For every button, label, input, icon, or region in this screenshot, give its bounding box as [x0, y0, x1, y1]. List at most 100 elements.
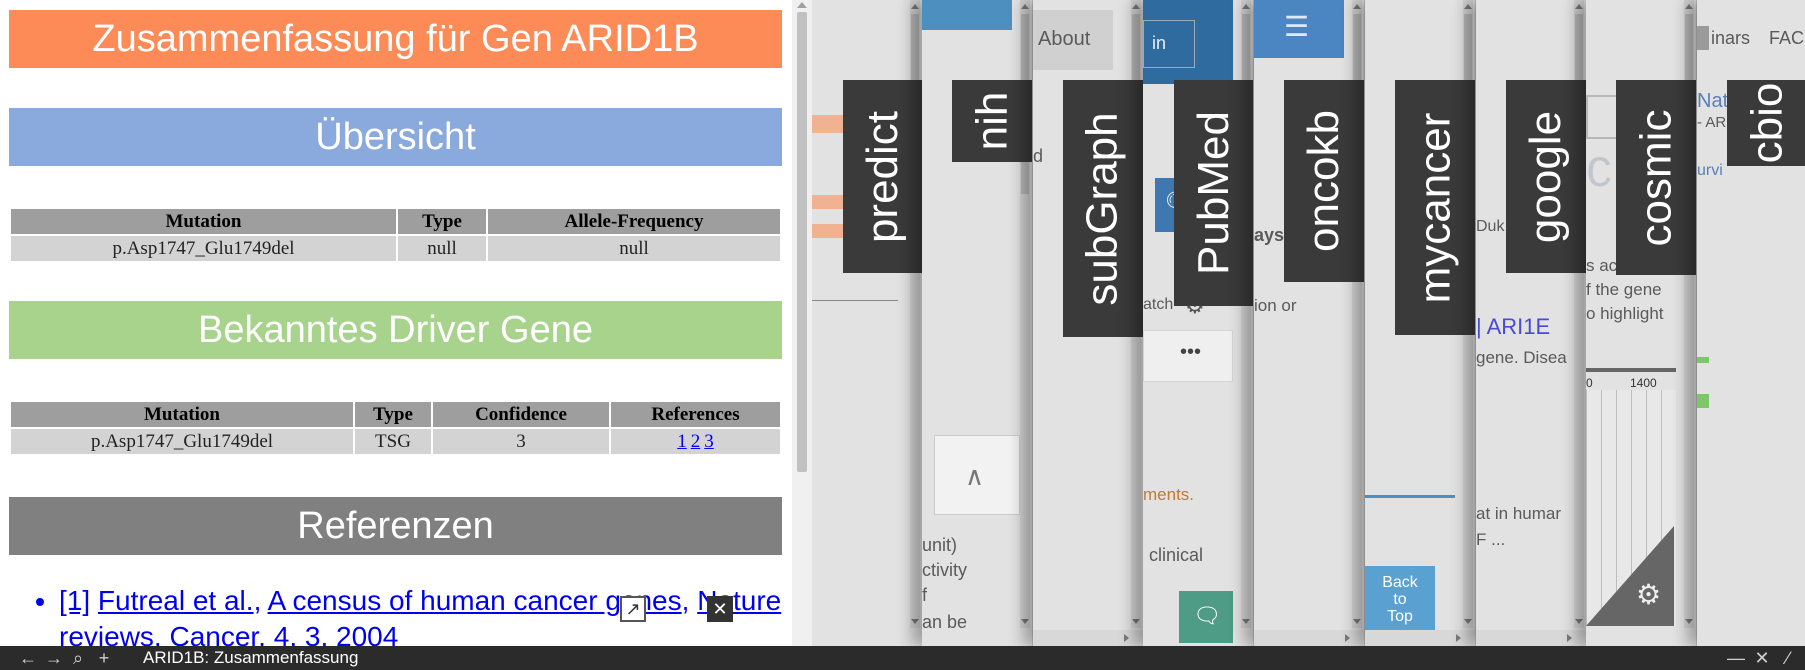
driver-table: Mutation Type Confidence References p.As…: [9, 400, 782, 456]
tab-subgraph-label: subGraph: [1078, 111, 1128, 306]
column-header-references: References: [611, 402, 780, 427]
cosmic-corner: [1586, 526, 1674, 626]
cbio-text-5: urvi: [1697, 162, 1723, 179]
minimize-icon[interactable]: —: [1726, 646, 1746, 670]
cell-type: null: [398, 236, 486, 261]
pane-cosmic[interactable]: Ch s across A f the gene o highlight 0 1…: [1586, 0, 1696, 646]
scroll-thumb[interactable]: [797, 12, 807, 472]
pane-hscrollbar[interactable]: [1365, 630, 1475, 646]
pubmed-feedback-button[interactable]: 🗨︎: [1179, 591, 1233, 643]
pane-cbio[interactable]: inars FAC Nat - AR urvi cbio: [1697, 0, 1805, 646]
tab-google-label: google: [1521, 110, 1571, 243]
pane-oncokb[interactable]: ☰ ays ion or oncokb: [1254, 0, 1364, 646]
reference-index-link[interactable]: [1]: [59, 585, 90, 616]
reference-link-3[interactable]: 3: [704, 431, 714, 452]
plus-icon[interactable]: +: [94, 646, 114, 670]
document-content: Zusammenfassung für Gen ARID1B Übersicht…: [9, 10, 782, 646]
section-title-overview: Übersicht: [9, 108, 782, 166]
column-header-type: Type: [398, 209, 486, 234]
close-icon[interactable]: ✕: [1752, 646, 1772, 670]
resize-icon[interactable]: ∕: [1778, 646, 1798, 670]
tab-predict[interactable]: predict: [843, 80, 922, 273]
pubmed-more-button[interactable]: •••: [1143, 330, 1233, 382]
cbio-text-2: FAC: [1769, 28, 1805, 48]
reference-link-2[interactable]: 2: [691, 431, 701, 452]
reference-authors-link[interactable]: Futreal et al.: [98, 585, 254, 616]
cell-type: TSG: [355, 429, 431, 454]
subgraph-about-label: About: [1038, 28, 1091, 50]
pane-pubmed[interactable]: in 🔍︎ atch ⚙ ••• ments. clinical 🗨︎ PubM…: [1143, 0, 1253, 646]
pubmed-login-label: in: [1152, 33, 1167, 53]
pubmed-login-button[interactable]: in: [1143, 20, 1195, 68]
open-external-button[interactable]: ↗: [620, 596, 646, 622]
back-to-top-line-1: Back: [1382, 574, 1418, 591]
cbio-bar-1: [1697, 357, 1709, 363]
google-result-link[interactable]: | ARI1E: [1476, 314, 1550, 340]
section-title-references: Referenzen: [9, 497, 782, 555]
cosmic-text-3: o highlight: [1586, 304, 1664, 323]
pane-nih[interactable]: ∧ unit) ctivity f an be nih: [922, 0, 1032, 646]
pane-mycancer[interactable]: Back to Top mycancer: [1365, 0, 1475, 646]
pane-hscrollbar[interactable]: [1033, 630, 1143, 646]
pane-hscrollbar[interactable]: [1254, 630, 1364, 646]
cosmic-tick-2: 1400: [1630, 376, 1657, 390]
tab-cbio[interactable]: cbio: [1727, 80, 1805, 166]
reference-link-1[interactable]: 1: [677, 431, 687, 452]
cell-mutation: p.Asp1747_Glu1749del: [11, 429, 353, 454]
mycancer-progress: [1365, 495, 1455, 498]
nih-scroll-top-button[interactable]: ∧: [934, 435, 1020, 515]
google-text-1: Duk: [1476, 218, 1505, 235]
overview-header-row: Mutation Type Allele-Frequency: [11, 209, 780, 234]
back-to-top-line-2: to: [1393, 591, 1407, 608]
arrow-right-icon[interactable]: →: [44, 646, 64, 670]
subgraph-text-1: d: [1033, 146, 1044, 166]
tab-mycancer-label: mycancer: [1410, 112, 1459, 303]
tab-pubmed[interactable]: PubMed: [1174, 80, 1253, 306]
tab-subgraph[interactable]: subGraph: [1063, 80, 1143, 337]
oncokb-text-2: ion or: [1254, 296, 1297, 315]
back-to-top-line-3: Top: [1387, 608, 1413, 625]
pane-predict[interactable]: predict: [812, 0, 922, 646]
page-title: Zusammenfassung für Gen ARID1B: [9, 10, 782, 68]
app-window: predict ∧ unit) ctivity f an be nih Abou…: [0, 0, 1805, 670]
tab-nih-label: nih: [967, 91, 1016, 151]
hamburger-menu-icon[interactable]: ☰: [1284, 10, 1309, 43]
pane-hscrollbar[interactable]: [1476, 630, 1586, 646]
cbio-bar-2: [1697, 394, 1709, 408]
scroll-up-arrow[interactable]: [797, 2, 807, 8]
cosmic-text-2: f the gene: [1586, 280, 1662, 299]
close-document-button[interactable]: ✕: [707, 596, 733, 622]
cosmic-track: [1586, 368, 1676, 372]
tab-oncokb-label: oncokb: [1299, 110, 1349, 252]
external-link-icon: ↗: [625, 599, 641, 619]
cell-allele-frequency: null: [488, 236, 780, 261]
document-pane[interactable]: Zusammenfassung für Gen ARID1B Übersicht…: [0, 0, 812, 646]
section-title-driver: Bekanntes Driver Gene: [9, 301, 782, 359]
google-text-2: gene. Disea: [1476, 348, 1567, 367]
tab-mycancer[interactable]: mycancer: [1395, 80, 1475, 335]
google-text-4: F ...: [1476, 530, 1506, 549]
tab-cosmic[interactable]: cosmic: [1616, 80, 1696, 275]
column-header-confidence: Confidence: [433, 402, 609, 427]
cell-references: 123: [611, 429, 780, 454]
arrow-left-icon[interactable]: ←: [18, 646, 38, 670]
overview-table: Mutation Type Allele-Frequency p.Asp1747…: [9, 207, 782, 263]
oncokb-text-1: ays: [1254, 225, 1285, 245]
document-scrollbar[interactable]: [792, 0, 812, 646]
pubmed-text-1: atch: [1143, 296, 1174, 313]
tab-predict-label: predict: [858, 110, 908, 243]
pubmed-text-3: clinical: [1149, 545, 1204, 565]
pane-google[interactable]: Duk | ARI1E gene. Disea at in humar F ..…: [1476, 0, 1586, 646]
table-row: p.Asp1747_Glu1749del null null: [11, 236, 780, 261]
search-icon[interactable]: ⌕: [68, 646, 88, 670]
tab-google[interactable]: google: [1506, 80, 1586, 273]
pane-subgraph[interactable]: About d subGraph: [1033, 0, 1143, 646]
gear-icon[interactable]: ⚙: [1636, 578, 1661, 611]
cell-confidence: 3: [433, 429, 609, 454]
tab-nih[interactable]: nih: [952, 80, 1032, 162]
subgraph-about-button[interactable]: About: [1033, 10, 1113, 70]
tab-oncokb[interactable]: oncokb: [1284, 80, 1364, 282]
list-item: [1] Futreal et al., A census of human ca…: [59, 583, 782, 646]
pubmed-text-2: ments.: [1143, 485, 1195, 504]
bottom-bar: ← → ⌕ + ARID1B: Zusammenfassung — ✕ ∕: [0, 646, 1805, 670]
